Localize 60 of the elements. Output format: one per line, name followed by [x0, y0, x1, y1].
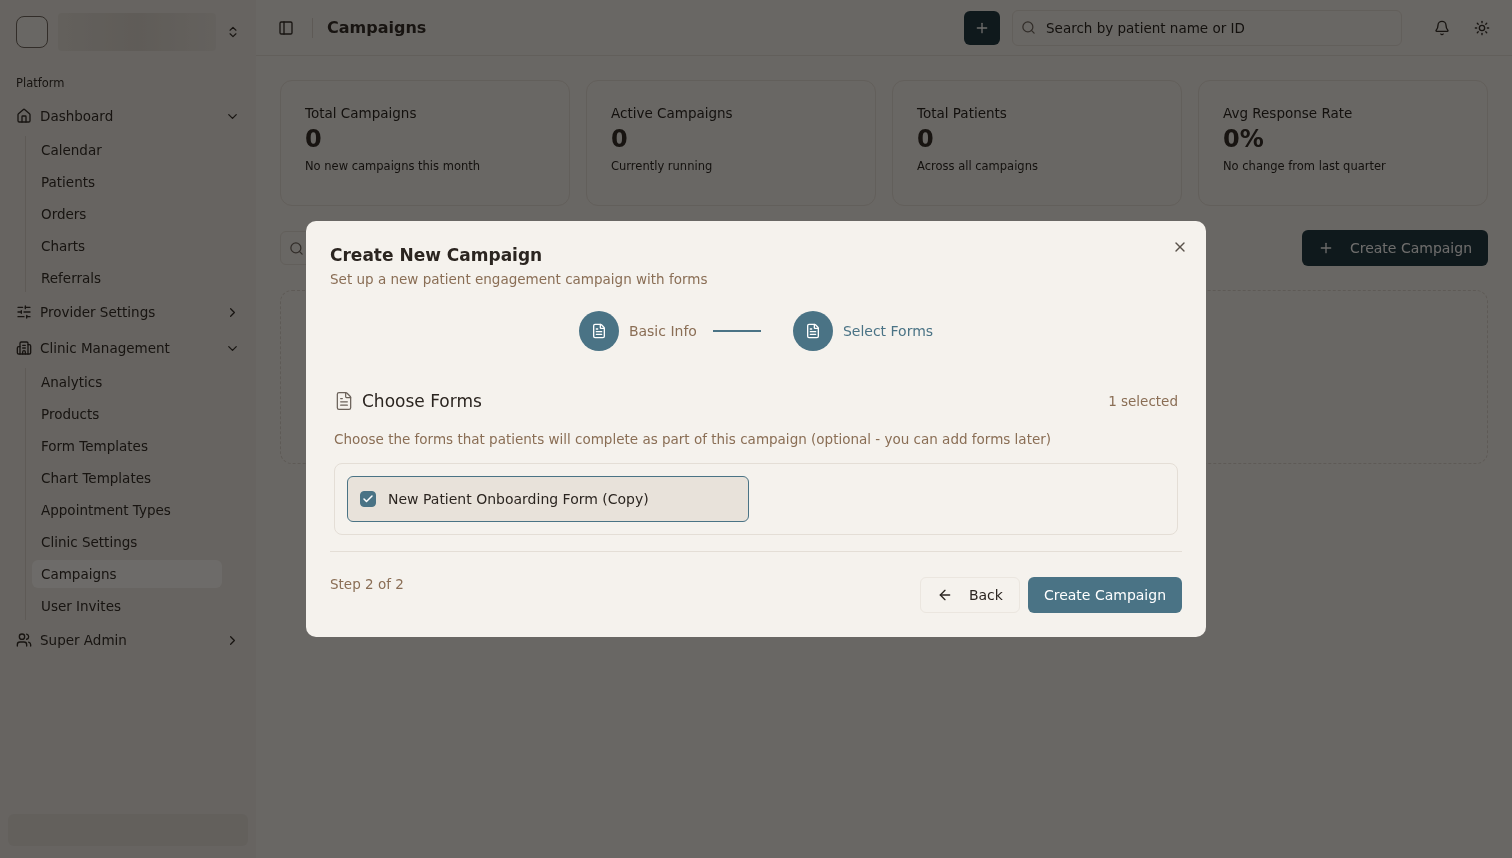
- check-icon: [362, 493, 374, 505]
- nav-subitem[interactable]: Campaigns: [32, 560, 222, 588]
- checkbox[interactable]: [360, 491, 376, 507]
- stat-value: 0: [917, 125, 935, 153]
- back-button[interactable]: Back: [919, 577, 1020, 613]
- nav-icon: [16, 108, 32, 124]
- nav-subitem[interactable]: Patients: [32, 168, 248, 196]
- search-icon: [289, 240, 304, 256]
- stat-note: Across all campaigns: [917, 159, 1039, 173]
- nav-subitem[interactable]: Analytics: [32, 368, 248, 396]
- nav-subitem[interactable]: Products: [32, 400, 248, 428]
- stat-note: Currently running: [611, 159, 714, 173]
- stat-value: 0%: [1223, 125, 1265, 153]
- stat-value: 0: [305, 125, 323, 153]
- section-description: Choose the forms that patients will complete as part of this campaign (optional - you can add forms later): [334, 431, 1053, 447]
- form-option[interactable]: New Patient Onboarding Form (Copy): [347, 476, 749, 522]
- nav-subitem[interactable]: Appointment Types: [32, 496, 248, 524]
- step-circle: [792, 311, 833, 351]
- selected-count: 1 selected: [1108, 393, 1178, 409]
- nav-subitem[interactable]: Charts: [32, 232, 248, 260]
- search-field[interactable]: Search by patient name or ID: [1012, 9, 1402, 46]
- nav-subitem[interactable]: Clinic Settings: [32, 528, 248, 556]
- stat-note: No new campaigns this month: [305, 159, 482, 173]
- stat-note: No change from last quarter: [1223, 159, 1387, 173]
- stat-label: Total Campaigns: [305, 105, 418, 121]
- nav-item[interactable]: Clinic Management: [8, 332, 248, 364]
- document-icon: [334, 391, 354, 411]
- stat-value: 0: [611, 125, 629, 153]
- nav-item[interactable]: Dashboard: [8, 100, 248, 132]
- step-label: Basic Info: [628, 323, 697, 339]
- nav-subitem[interactable]: Form Templates: [32, 432, 248, 460]
- nav-subitem[interactable]: Chart Templates: [32, 464, 248, 492]
- create-campaign-button[interactable]: Create Campaign: [1301, 230, 1488, 266]
- step-circle: [578, 311, 619, 351]
- nav-subitem[interactable]: User Invites: [32, 592, 248, 620]
- step-label: Select Forms: [842, 323, 934, 339]
- search-input[interactable]: Search by patient name or ID: [1044, 18, 1393, 37]
- step-connector: [712, 330, 761, 332]
- form-name: New Patient Onboarding Form (Copy): [388, 491, 649, 507]
- nav-subitem[interactable]: Orders: [32, 200, 248, 228]
- nav-subitem[interactable]: Calendar: [32, 136, 248, 164]
- nav-item[interactable]: Super Admin: [8, 624, 248, 656]
- dialog-title: Create New Campaign: [330, 245, 544, 265]
- logo-icon: [16, 16, 48, 48]
- nav-subitem[interactable]: Referrals: [32, 264, 248, 292]
- stat-label: Avg Response Rate: [1223, 105, 1354, 121]
- search-icon: [1021, 20, 1036, 35]
- nav-item[interactable]: Provider Settings: [8, 296, 248, 328]
- add-button[interactable]: [964, 10, 1000, 45]
- stat-label: Total Patients: [917, 105, 1008, 121]
- nav-icon: [16, 632, 32, 648]
- stat-label: Active Campaigns: [611, 105, 734, 121]
- nav-icon: [16, 304, 32, 320]
- section-label: Platform: [15, 76, 66, 90]
- section-title: Choose Forms: [362, 391, 483, 411]
- step-indicator: Step 2 of 2: [330, 576, 404, 592]
- dialog-subtitle: Set up a new patient engagement campaign with forms: [330, 271, 709, 287]
- create-campaign-button[interactable]: Create Campaign: [1027, 577, 1182, 613]
- nav-icon: [16, 340, 32, 356]
- page-title: Campaigns: [312, 17, 952, 38]
